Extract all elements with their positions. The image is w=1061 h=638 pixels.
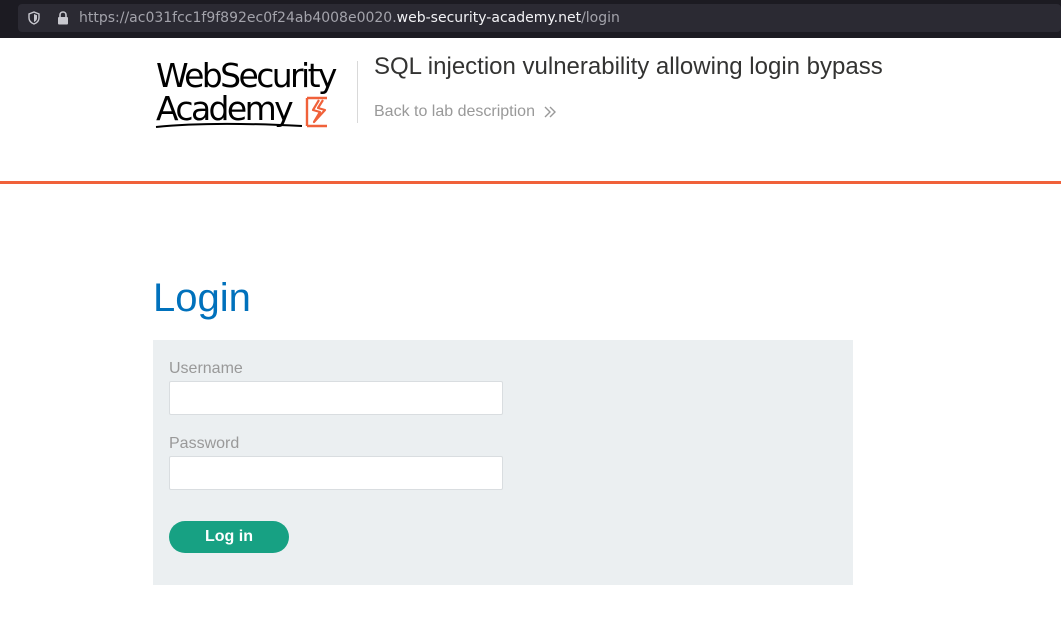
academy-logo[interactable]: WebSecurity Academy <box>154 58 354 132</box>
lab-title: SQL injection vulnerability allowing log… <box>374 53 883 80</box>
login-button[interactable]: Log in <box>169 521 289 553</box>
logo-underline <box>155 122 303 128</box>
password-input[interactable] <box>169 456 503 490</box>
login-form: Username Password Log in <box>153 340 853 585</box>
page-title: Login <box>153 276 251 320</box>
password-label: Password <box>169 435 240 452</box>
url-text: https://ac031fcc1f9f892ec0f24ab4008e0020… <box>79 10 620 26</box>
back-link-label: Back to lab description <box>374 103 535 120</box>
url-path: /login <box>581 10 620 26</box>
browser-toolbar: https://ac031fcc1f9f892ec0f24ab4008e0020… <box>0 0 1061 38</box>
header-divider <box>357 61 358 123</box>
username-input[interactable] <box>169 381 503 415</box>
url-prefix: https://ac031fcc1f9f892ec0f24ab4008e0020… <box>79 10 397 26</box>
address-bar[interactable]: https://ac031fcc1f9f892ec0f24ab4008e0020… <box>18 4 1061 32</box>
username-label: Username <box>169 360 243 377</box>
lock-icon[interactable] <box>57 11 69 25</box>
shield-icon[interactable] <box>27 11 41 25</box>
header-accent-rule <box>0 181 1061 184</box>
back-to-lab-link[interactable]: Back to lab description <box>374 103 556 121</box>
url-host: web-security-academy.net <box>396 10 582 26</box>
double-chevron-right-icon <box>544 106 556 118</box>
